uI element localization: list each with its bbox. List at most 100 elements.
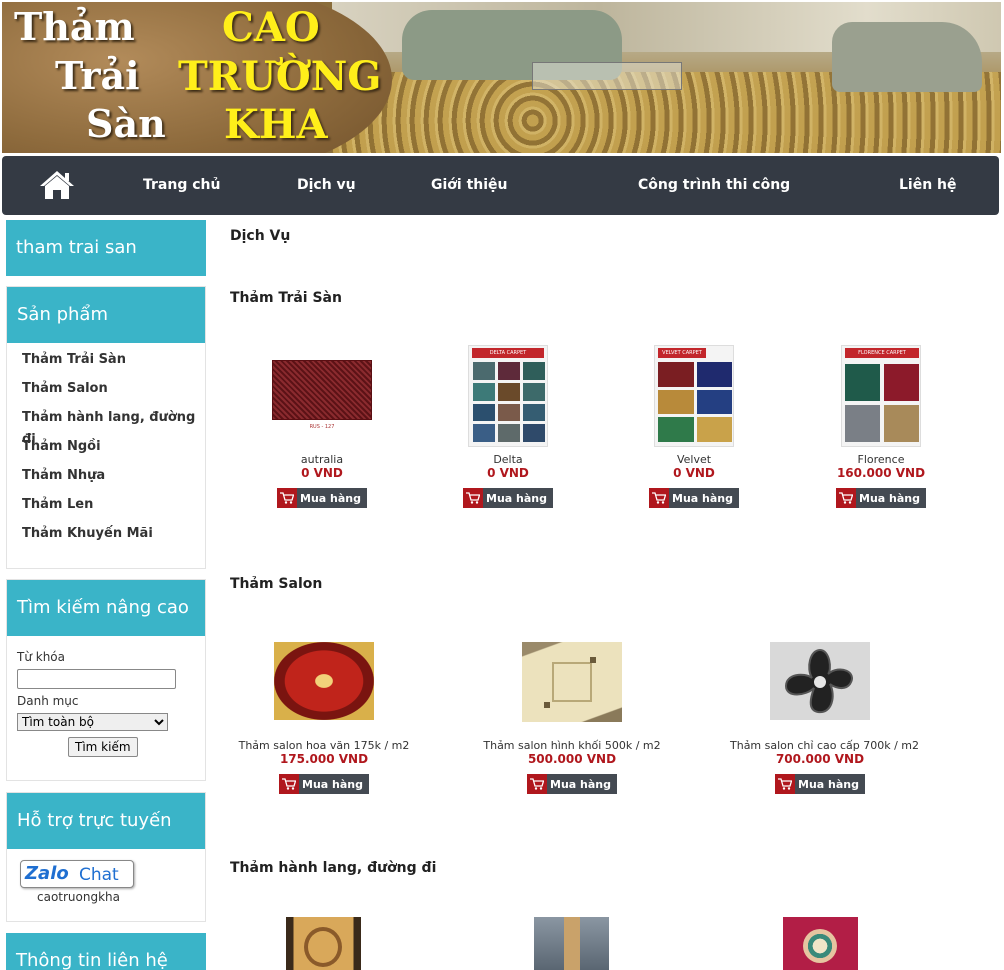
sidebar-products-title: Sản phẩm <box>7 287 205 343</box>
product-name[interactable]: Thảm salon hình khối 500k / m2 <box>482 739 662 752</box>
product-price: 0 VND <box>673 466 715 480</box>
banner-text-line-3: Sàn <box>86 101 166 146</box>
product-card: DELTA CARPET Delta 0 VND Mua hàng <box>418 345 598 508</box>
buy-button-label: Mua hàng <box>486 491 547 505</box>
buy-button-label: Mua hàng <box>859 491 920 505</box>
nav-projects[interactable]: Công trình thi công <box>638 156 790 215</box>
buy-button-label: Mua hàng <box>550 777 611 791</box>
sidebar-support-box: Hỗ trợ trực tuyến Zalo Chat caotruongkha <box>6 792 206 922</box>
buy-button[interactable]: Mua hàng <box>775 774 865 794</box>
sidebar-search-title: Tìm kiếm nâng cao <box>7 580 205 636</box>
sidebar-item-tham-salon[interactable]: Thảm Salon <box>22 378 205 407</box>
product-price: 0 VND <box>487 466 529 480</box>
product-image[interactable] <box>274 642 374 720</box>
nav-home[interactable]: Trang chủ <box>143 156 220 215</box>
section-title-tham-salon[interactable]: Thảm Salon <box>230 576 322 592</box>
product-name[interactable]: Velvet <box>604 453 784 466</box>
sidebar-item-tham-trai-san[interactable]: Thảm Trải Sàn <box>22 349 205 378</box>
sidebar-products-list: Thảm Trải Sàn Thảm Salon Thảm hành lang,… <box>7 343 205 566</box>
section-title-tham-hanh-lang[interactable]: Thảm hành lang, đường đi <box>230 860 436 876</box>
product-name[interactable]: autralia <box>232 453 412 466</box>
keyword-label: Từ khóa <box>17 650 65 664</box>
sidebar-item-tham-len[interactable]: Thảm Len <box>22 494 205 523</box>
keyword-input[interactable] <box>17 669 176 689</box>
buy-button[interactable]: Mua hàng <box>649 488 739 508</box>
product-image[interactable]: FLORENCE CARPET <box>841 345 921 447</box>
product-name[interactable]: Delta <box>418 453 598 466</box>
cart-icon <box>527 774 547 794</box>
category-select[interactable]: Tìm toàn bộ <box>17 713 168 731</box>
product-price: 175.000 VND <box>279 752 369 766</box>
product-image[interactable] <box>286 917 361 970</box>
buy-button-label: Mua hàng <box>798 777 859 791</box>
product-price: 700.000 VND <box>775 752 865 766</box>
banner-text-line-2: Trải <box>55 53 140 98</box>
sidebar-site-title[interactable]: tham trai san <box>6 220 206 276</box>
search-button[interactable]: Tìm kiếm <box>68 737 138 757</box>
product-image-caption: VELVET CARPET <box>658 348 706 358</box>
product-image-caption: DELTA CARPET <box>472 348 544 358</box>
cart-icon <box>463 488 483 508</box>
product-card: RUS - 127 autralia 0 VND Mua hàng <box>232 345 412 508</box>
product-swatch <box>272 360 372 420</box>
product-card: Thảm salon hình khối 500k / m2 500.000 V… <box>482 642 662 794</box>
zalo-chat-button[interactable]: Zalo Chat <box>20 860 134 888</box>
product-card: Thảm salon hoa văn 175k / m2 175.000 VND… <box>234 642 414 794</box>
buy-button[interactable]: Mua hàng <box>836 488 926 508</box>
cart-icon <box>279 774 299 794</box>
page-title: Dịch Vụ <box>230 228 291 244</box>
product-price: 160.000 VND <box>836 466 926 480</box>
zalo-username: caotruongkha <box>37 890 121 904</box>
cart-icon <box>775 774 795 794</box>
buy-button[interactable]: Mua hàng <box>463 488 553 508</box>
zalo-chat-label: Chat <box>79 865 119 885</box>
product-image[interactable]: VELVET CARPET <box>654 345 734 447</box>
product-card: VELVET CARPET Velvet 0 VND Mua hàng <box>604 345 784 508</box>
product-image[interactable] <box>522 642 622 722</box>
banner-brand-line-2: TRƯỜNG <box>178 53 382 100</box>
sidebar-item-tham-hanh-lang[interactable]: Thảm hành lang, đường đi <box>22 407 205 447</box>
sidebar-search-box: Tìm kiếm nâng cao Từ khóa Danh mục Tìm t… <box>6 579 206 781</box>
product-image[interactable]: RUS - 127 <box>272 345 372 447</box>
nav-services[interactable]: Dịch vụ <box>297 156 356 215</box>
product-price: 0 VND <box>301 466 343 480</box>
product-card: Thảm salon chỉ cao cấp 700k / m2 700.000… <box>730 642 919 794</box>
sidebar-contact-box: Thông tin liên hệ <box>6 933 206 970</box>
buy-button[interactable]: Mua hàng <box>277 488 367 508</box>
section-title-tham-trai-san[interactable]: Thảm Trải Sàn <box>230 290 342 306</box>
sidebar-item-tham-ngoi[interactable]: Thảm Ngồi <box>22 436 205 465</box>
product-name[interactable]: Florence <box>791 453 971 466</box>
banner-brand-line-3: KHA <box>224 101 328 148</box>
category-label: Danh mục <box>17 694 79 708</box>
sidebar-support-title: Hỗ trợ trực tuyến <box>7 793 205 849</box>
product-image-caption: RUS - 127 <box>309 424 335 430</box>
zalo-logo: Zalo <box>25 863 69 884</box>
nav-about[interactable]: Giới thiệu <box>431 156 508 215</box>
sidebar-item-tham-khuyen-mai[interactable]: Thảm Khuyến Mãi <box>22 523 205 552</box>
buy-button-label: Mua hàng <box>302 777 363 791</box>
header-banner: Thảm Trải Sàn CAO TRƯỜNG KHA <box>2 2 1001 153</box>
banner-text-line-1: Thảm <box>14 4 135 49</box>
buy-button-label: Mua hàng <box>672 491 733 505</box>
home-icon[interactable] <box>38 169 76 201</box>
product-image[interactable] <box>534 917 609 970</box>
sidebar-item-tham-nhua[interactable]: Thảm Nhựa <box>22 465 205 494</box>
banner-photo <box>332 2 1001 153</box>
product-image[interactable]: DELTA CARPET <box>468 345 548 447</box>
main-nav: Trang chủ Dịch vụ Giới thiệu Công trình … <box>2 156 999 215</box>
cart-icon <box>836 488 856 508</box>
product-price: 500.000 VND <box>527 752 617 766</box>
cart-icon <box>277 488 297 508</box>
product-name[interactable]: Thảm salon hoa văn 175k / m2 <box>234 739 414 752</box>
product-image[interactable] <box>770 642 870 720</box>
product-name[interactable]: Thảm salon chỉ cao cấp 700k / m2 <box>730 739 919 752</box>
product-card: FLORENCE CARPET Florence 160.000 VND Mua… <box>791 345 971 508</box>
buy-button[interactable]: Mua hàng <box>527 774 617 794</box>
sidebar-products-box: Sản phẩm Thảm Trải Sàn Thảm Salon Thảm h… <box>6 286 206 569</box>
nav-contact[interactable]: Liên hệ <box>899 156 957 215</box>
buy-button[interactable]: Mua hàng <box>279 774 369 794</box>
banner-brand-line-1: CAO <box>222 4 320 51</box>
sidebar-site-box: tham trai san <box>6 220 206 276</box>
cart-icon <box>649 488 669 508</box>
product-image[interactable] <box>783 917 858 970</box>
